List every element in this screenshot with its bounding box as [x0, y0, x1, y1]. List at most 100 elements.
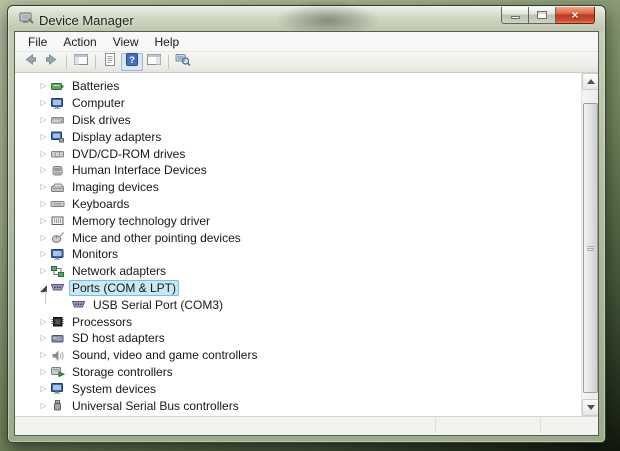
expand-arrow-icon[interactable]: ▷: [37, 381, 50, 397]
vertical-scrollbar[interactable]: [581, 73, 598, 416]
tree-item-storage-controllers[interactable]: ▷ Storage controllers: [15, 364, 581, 381]
tree-item-universal-serial-bus-controllers[interactable]: ▷ Universal Serial Bus controllers: [15, 397, 581, 414]
display-adapter-icon: [50, 130, 65, 143]
caption-buttons: ×: [501, 7, 595, 24]
help-icon: ?: [124, 52, 140, 72]
back-arrow-icon: [22, 52, 38, 72]
tree-item-label: Display adapters: [72, 129, 162, 144]
properties-button[interactable]: [99, 53, 121, 71]
toolbar-separator: [66, 55, 67, 69]
tree-item-label: USB Serial Port (COM3): [93, 297, 224, 312]
action-pane-button[interactable]: [143, 53, 165, 71]
expand-arrow-icon[interactable]: ▷: [37, 162, 50, 178]
action-pane-icon: [146, 52, 162, 72]
title-bar[interactable]: Device Manager ×: [8, 6, 605, 31]
arrow-up-icon: [586, 79, 595, 84]
tree-item-processors[interactable]: ▷ Processors: [15, 313, 581, 330]
collapse-arrow-icon[interactable]: ◢: [37, 280, 50, 296]
disk-drive-icon: [50, 113, 65, 126]
expand-arrow-icon[interactable]: ▷: [37, 246, 50, 262]
close-button[interactable]: ×: [556, 7, 595, 24]
keyboard-icon: [50, 197, 65, 210]
expand-arrow-icon[interactable]: ▷: [37, 364, 50, 380]
processor-icon: [50, 315, 65, 328]
tree-item-sound-video-and-game-controllers[interactable]: ▷ Sound, video and game controllers: [15, 347, 581, 364]
menu-item-help[interactable]: Help: [147, 33, 188, 51]
console-tree-icon: [73, 52, 89, 72]
tree-item-human-interface-devices[interactable]: ▷ Human Interface Devices: [15, 162, 581, 179]
expand-arrow-icon[interactable]: ▷: [37, 78, 50, 94]
menu-bar: File Action View Help: [15, 32, 598, 52]
system-device-icon: [50, 382, 65, 395]
forward-arrow-icon: [44, 52, 60, 72]
help-button[interactable]: ?: [121, 53, 143, 71]
tree-item-ports-com-lpt[interactable]: ◢ Ports (COM & LPT): [15, 279, 581, 297]
tree-item-mice-and-other-pointing-devices[interactable]: ▷ Mice and other pointing devices: [15, 229, 581, 246]
tree-item-disk-drives[interactable]: ▷ Disk drives: [15, 112, 581, 129]
minimize-button[interactable]: [501, 7, 529, 24]
expand-arrow-icon[interactable]: ▷: [37, 230, 50, 246]
expand-arrow-icon[interactable]: ▷: [37, 95, 50, 111]
expand-arrow-icon[interactable]: ▷: [37, 347, 50, 363]
scroll-down-button[interactable]: [582, 399, 598, 416]
tree-item-label: Mice and other pointing devices: [72, 230, 241, 245]
tree-item-label: Computer: [72, 96, 125, 111]
tree-item-imaging-devices[interactable]: ▷ Imaging devices: [15, 179, 581, 196]
tree-item-sd-host-adapters[interactable]: ▷ SD host adapters: [15, 330, 581, 347]
usb-icon: [50, 399, 65, 412]
computer-icon: [50, 97, 65, 110]
network-adapter-icon: [50, 265, 65, 278]
expand-arrow-icon[interactable]: ▷: [37, 213, 50, 229]
tree-view-panel: ▷ Batteries ▷ Computer ▷ Disk drives ▷ Display …: [15, 73, 598, 416]
scroll-up-button[interactable]: [582, 73, 598, 90]
toolbar-separator: [95, 55, 96, 69]
tree-item-label: Universal Serial Bus controllers: [72, 398, 239, 413]
serial-port-icon: [50, 281, 65, 294]
tree-item-keyboards[interactable]: ▷ Keyboards: [15, 196, 581, 213]
tree-item-memory-technology-driver[interactable]: ▷ Memory technology driver: [15, 212, 581, 229]
expand-arrow-icon[interactable]: ▷: [37, 179, 50, 195]
tree-item-label: SD host adapters: [72, 331, 165, 346]
tree-item-network-adapters[interactable]: ▷ Network adapters: [15, 263, 581, 280]
back-button[interactable]: [19, 53, 41, 71]
expand-arrow-icon[interactable]: ▷: [37, 398, 50, 414]
expand-arrow-icon[interactable]: ▷: [37, 112, 50, 128]
minimize-icon: [510, 15, 520, 19]
tree-item-label: Memory technology driver: [72, 213, 211, 228]
expand-arrow-icon[interactable]: ▷: [37, 263, 50, 279]
tree-item-monitors[interactable]: ▷ Monitors: [15, 246, 581, 263]
serial-port-icon: [71, 298, 86, 311]
tree-item-system-devices[interactable]: ▷ System devices: [15, 380, 581, 397]
tree-item-label: System devices: [72, 381, 157, 396]
maximize-button[interactable]: [529, 7, 556, 24]
battery-icon: [50, 80, 65, 93]
sound-icon: [50, 349, 65, 362]
menu-item-action[interactable]: Action: [55, 33, 104, 51]
expand-arrow-icon[interactable]: ▷: [37, 196, 50, 212]
tree-connector-line: [45, 291, 46, 305]
tree-item-batteries[interactable]: ▷ Batteries: [15, 78, 581, 95]
expand-arrow-icon[interactable]: ▷: [37, 330, 50, 346]
scan-hardware-changes-button[interactable]: [172, 53, 194, 71]
tree-item-display-adapters[interactable]: ▷ Display adapters: [15, 128, 581, 145]
properties-icon: [102, 52, 118, 72]
menu-item-file[interactable]: File: [20, 33, 55, 51]
sd-host-icon: [50, 332, 65, 345]
menu-item-view[interactable]: View: [105, 33, 147, 51]
forward-button[interactable]: [41, 53, 63, 71]
tree-item-label: Disk drives: [72, 112, 131, 127]
arrow-down-icon: [586, 405, 595, 410]
expand-arrow-icon[interactable]: ▷: [37, 146, 50, 162]
tree-item-label-selected: Ports (COM & LPT): [69, 279, 180, 296]
toolbar: ?: [15, 52, 598, 73]
expand-arrow-icon[interactable]: ▷: [37, 129, 50, 145]
imaging-device-icon: [50, 181, 65, 194]
mouse-icon: [50, 231, 65, 244]
show-console-tree-button[interactable]: [70, 53, 92, 71]
tree-item-usb-serial-port-com3[interactable]: USB Serial Port (COM3): [15, 291, 581, 313]
tree-item-computer[interactable]: ▷ Computer: [15, 95, 581, 112]
scrollbar-thumb[interactable]: [583, 103, 598, 393]
tree-item-label: Storage controllers: [72, 364, 173, 379]
tree-item-dvd-cd-rom-drives[interactable]: ▷ DVD/CD-ROM drives: [15, 145, 581, 162]
expand-arrow-icon[interactable]: ▷: [37, 314, 50, 330]
